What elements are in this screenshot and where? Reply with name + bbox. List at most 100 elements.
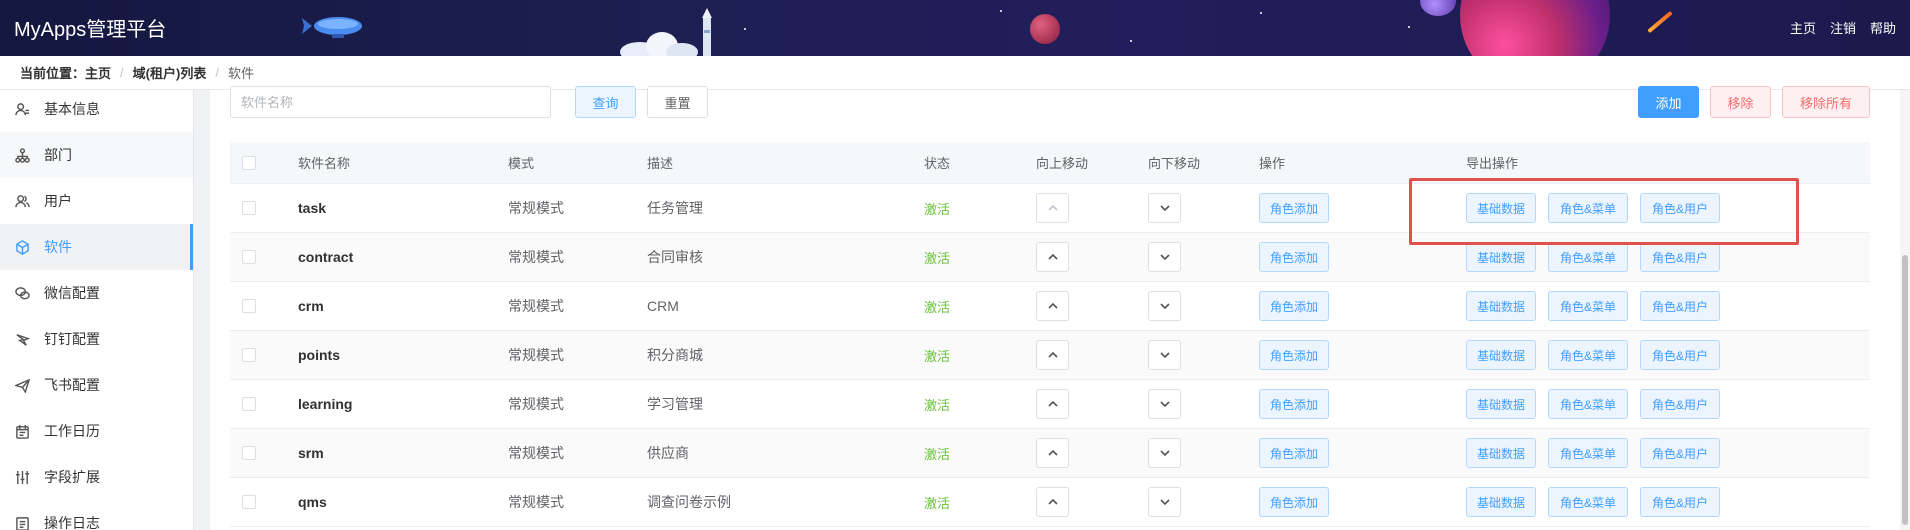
export-basic-data-button[interactable]: 基础数据: [1466, 389, 1536, 419]
table-header: 软件名称 模式 描述 状态 向上移动 向下移动 操作 导出操作: [230, 142, 1870, 184]
export-role-user-button[interactable]: 角色&用户: [1640, 438, 1720, 468]
role-add-button[interactable]: 角色添加: [1259, 487, 1329, 517]
page-scrollbar[interactable]: [1900, 90, 1910, 530]
move-down-button[interactable]: [1148, 389, 1181, 419]
move-down-button[interactable]: [1148, 487, 1181, 517]
row-checkbox[interactable]: [242, 201, 256, 215]
header-status: 状态: [924, 156, 951, 171]
move-up-button[interactable]: [1036, 389, 1069, 419]
move-up-button[interactable]: [1036, 438, 1069, 468]
chevron-down-icon: [1159, 202, 1171, 214]
export-role-menu-button[interactable]: 角色&菜单: [1548, 291, 1628, 321]
export-basic-data-button[interactable]: 基础数据: [1466, 438, 1536, 468]
breadcrumb-separator: /: [215, 65, 219, 80]
remove-all-button[interactable]: 移除所有: [1782, 86, 1870, 118]
nav-logout-link[interactable]: 注销: [1830, 18, 1856, 37]
breadcrumb-current: 软件: [227, 66, 254, 81]
sidebar-item-department[interactable]: 部门: [0, 132, 193, 178]
sidebar-item-wechat[interactable]: 微信配置: [0, 270, 193, 316]
chevron-down-icon: [1159, 349, 1171, 361]
status-cell: 激活: [924, 495, 951, 511]
row-checkbox[interactable]: [242, 299, 256, 313]
move-up-button[interactable]: [1036, 291, 1069, 321]
export-role-user-button[interactable]: 角色&用户: [1640, 487, 1720, 517]
sidebar-item-software[interactable]: 软件: [0, 224, 193, 270]
export-basic-data-button[interactable]: 基础数据: [1466, 291, 1536, 321]
export-role-menu-button[interactable]: 角色&菜单: [1548, 389, 1628, 419]
chevron-up-icon: [1047, 349, 1059, 361]
move-down-button[interactable]: [1148, 291, 1181, 321]
sidebar-item-users[interactable]: 用户: [0, 178, 193, 224]
sidebar-item-dingtalk[interactable]: 钉钉配置: [0, 316, 193, 362]
move-down-button[interactable]: [1148, 242, 1181, 272]
export-role-user-button[interactable]: 角色&用户: [1640, 340, 1720, 370]
sidebar-item-feishu[interactable]: 飞书配置: [0, 362, 193, 408]
export-role-user-button[interactable]: 角色&用户: [1640, 193, 1720, 223]
table-row: task 常规模式 任务管理 激活 角色添加 基础数据 角色&菜单 角色&用户: [230, 184, 1870, 233]
software-name-cell: task: [298, 200, 327, 216]
sidebar-item-operation-log[interactable]: 操作日志: [0, 500, 193, 530]
remove-button[interactable]: 移除: [1710, 86, 1771, 118]
sidebar-item-label: 飞书配置: [44, 377, 100, 393]
mode-cell: 常规模式: [508, 249, 564, 265]
breadcrumb-home[interactable]: 主页: [85, 63, 111, 82]
export-role-user-button[interactable]: 角色&用户: [1640, 389, 1720, 419]
export-role-menu-button[interactable]: 角色&菜单: [1548, 340, 1628, 370]
row-checkbox[interactable]: [242, 446, 256, 460]
move-down-button[interactable]: [1148, 193, 1181, 223]
software-name-cell: qms: [298, 494, 327, 510]
role-add-button[interactable]: 角色添加: [1259, 291, 1329, 321]
export-role-user-button[interactable]: 角色&用户: [1640, 291, 1720, 321]
export-basic-data-button[interactable]: 基础数据: [1466, 340, 1536, 370]
nav-home-link[interactable]: 主页: [1790, 18, 1816, 37]
row-checkbox[interactable]: [242, 250, 256, 264]
role-add-button[interactable]: 角色添加: [1259, 340, 1329, 370]
sliders-icon: [14, 469, 30, 485]
export-role-menu-button[interactable]: 角色&菜单: [1548, 438, 1628, 468]
sidebar-item-calendar[interactable]: 工作日历: [0, 408, 193, 454]
row-checkbox[interactable]: [242, 495, 256, 509]
role-add-button[interactable]: 角色添加: [1259, 242, 1329, 272]
export-basic-data-button[interactable]: 基础数据: [1466, 193, 1536, 223]
row-checkbox[interactable]: [242, 348, 256, 362]
main-content: 查询 重置 添加 移除 移除所有 软件名称 模式 描述 状态 向上移动 向下移动…: [210, 86, 1900, 530]
move-up-button[interactable]: [1036, 340, 1069, 370]
sidebar-item-basic-info[interactable]: 基本信息: [0, 90, 193, 132]
move-up-button[interactable]: [1036, 242, 1069, 272]
move-up-button[interactable]: [1036, 487, 1069, 517]
export-basic-data-button[interactable]: 基础数据: [1466, 242, 1536, 272]
reset-button[interactable]: 重置: [647, 86, 708, 118]
query-button[interactable]: 查询: [575, 86, 636, 118]
nav-help-link[interactable]: 帮助: [1870, 18, 1896, 37]
move-up-button[interactable]: [1036, 193, 1069, 223]
header-software-name: 软件名称: [298, 156, 351, 171]
breadcrumb-prefix: 当前位置：: [20, 66, 86, 81]
role-add-button[interactable]: 角色添加: [1259, 438, 1329, 468]
export-role-menu-button[interactable]: 角色&菜单: [1548, 193, 1628, 223]
export-button-group: 基础数据 角色&菜单 角色&用户: [1466, 193, 1732, 223]
sidebar-item-label: 用户: [44, 193, 72, 209]
feishu-icon: [14, 377, 30, 393]
software-name-search-input[interactable]: [230, 86, 551, 118]
export-role-menu-button[interactable]: 角色&菜单: [1548, 242, 1628, 272]
scrollbar-thumb[interactable]: [1902, 255, 1908, 525]
sidebar-item-label: 工作日历: [44, 423, 100, 439]
export-basic-data-button[interactable]: 基础数据: [1466, 487, 1536, 517]
breadcrumb-tenant-list[interactable]: 域(租户)列表: [133, 63, 207, 82]
status-cell: 激活: [924, 250, 951, 266]
role-add-button[interactable]: 角色添加: [1259, 389, 1329, 419]
header-move-up: 向上移动: [1036, 156, 1089, 171]
row-checkbox[interactable]: [242, 397, 256, 411]
export-role-menu-button[interactable]: 角色&菜单: [1548, 487, 1628, 517]
select-all-checkbox[interactable]: [242, 155, 256, 170]
table-row: qms 常规模式 调查问卷示例 激活 角色添加 基础数据 角色&菜单 角色&用户: [230, 478, 1870, 527]
move-down-button[interactable]: [1148, 438, 1181, 468]
move-down-button[interactable]: [1148, 340, 1181, 370]
role-add-button[interactable]: 角色添加: [1259, 193, 1329, 223]
user-info-icon: [14, 101, 30, 117]
org-chart-icon: [14, 147, 30, 163]
sidebar-item-field-extension[interactable]: 字段扩展: [0, 454, 193, 500]
header-nav: 主页 注销 帮助: [1790, 18, 1910, 37]
add-button[interactable]: 添加: [1638, 86, 1699, 118]
export-role-user-button[interactable]: 角色&用户: [1640, 242, 1720, 272]
